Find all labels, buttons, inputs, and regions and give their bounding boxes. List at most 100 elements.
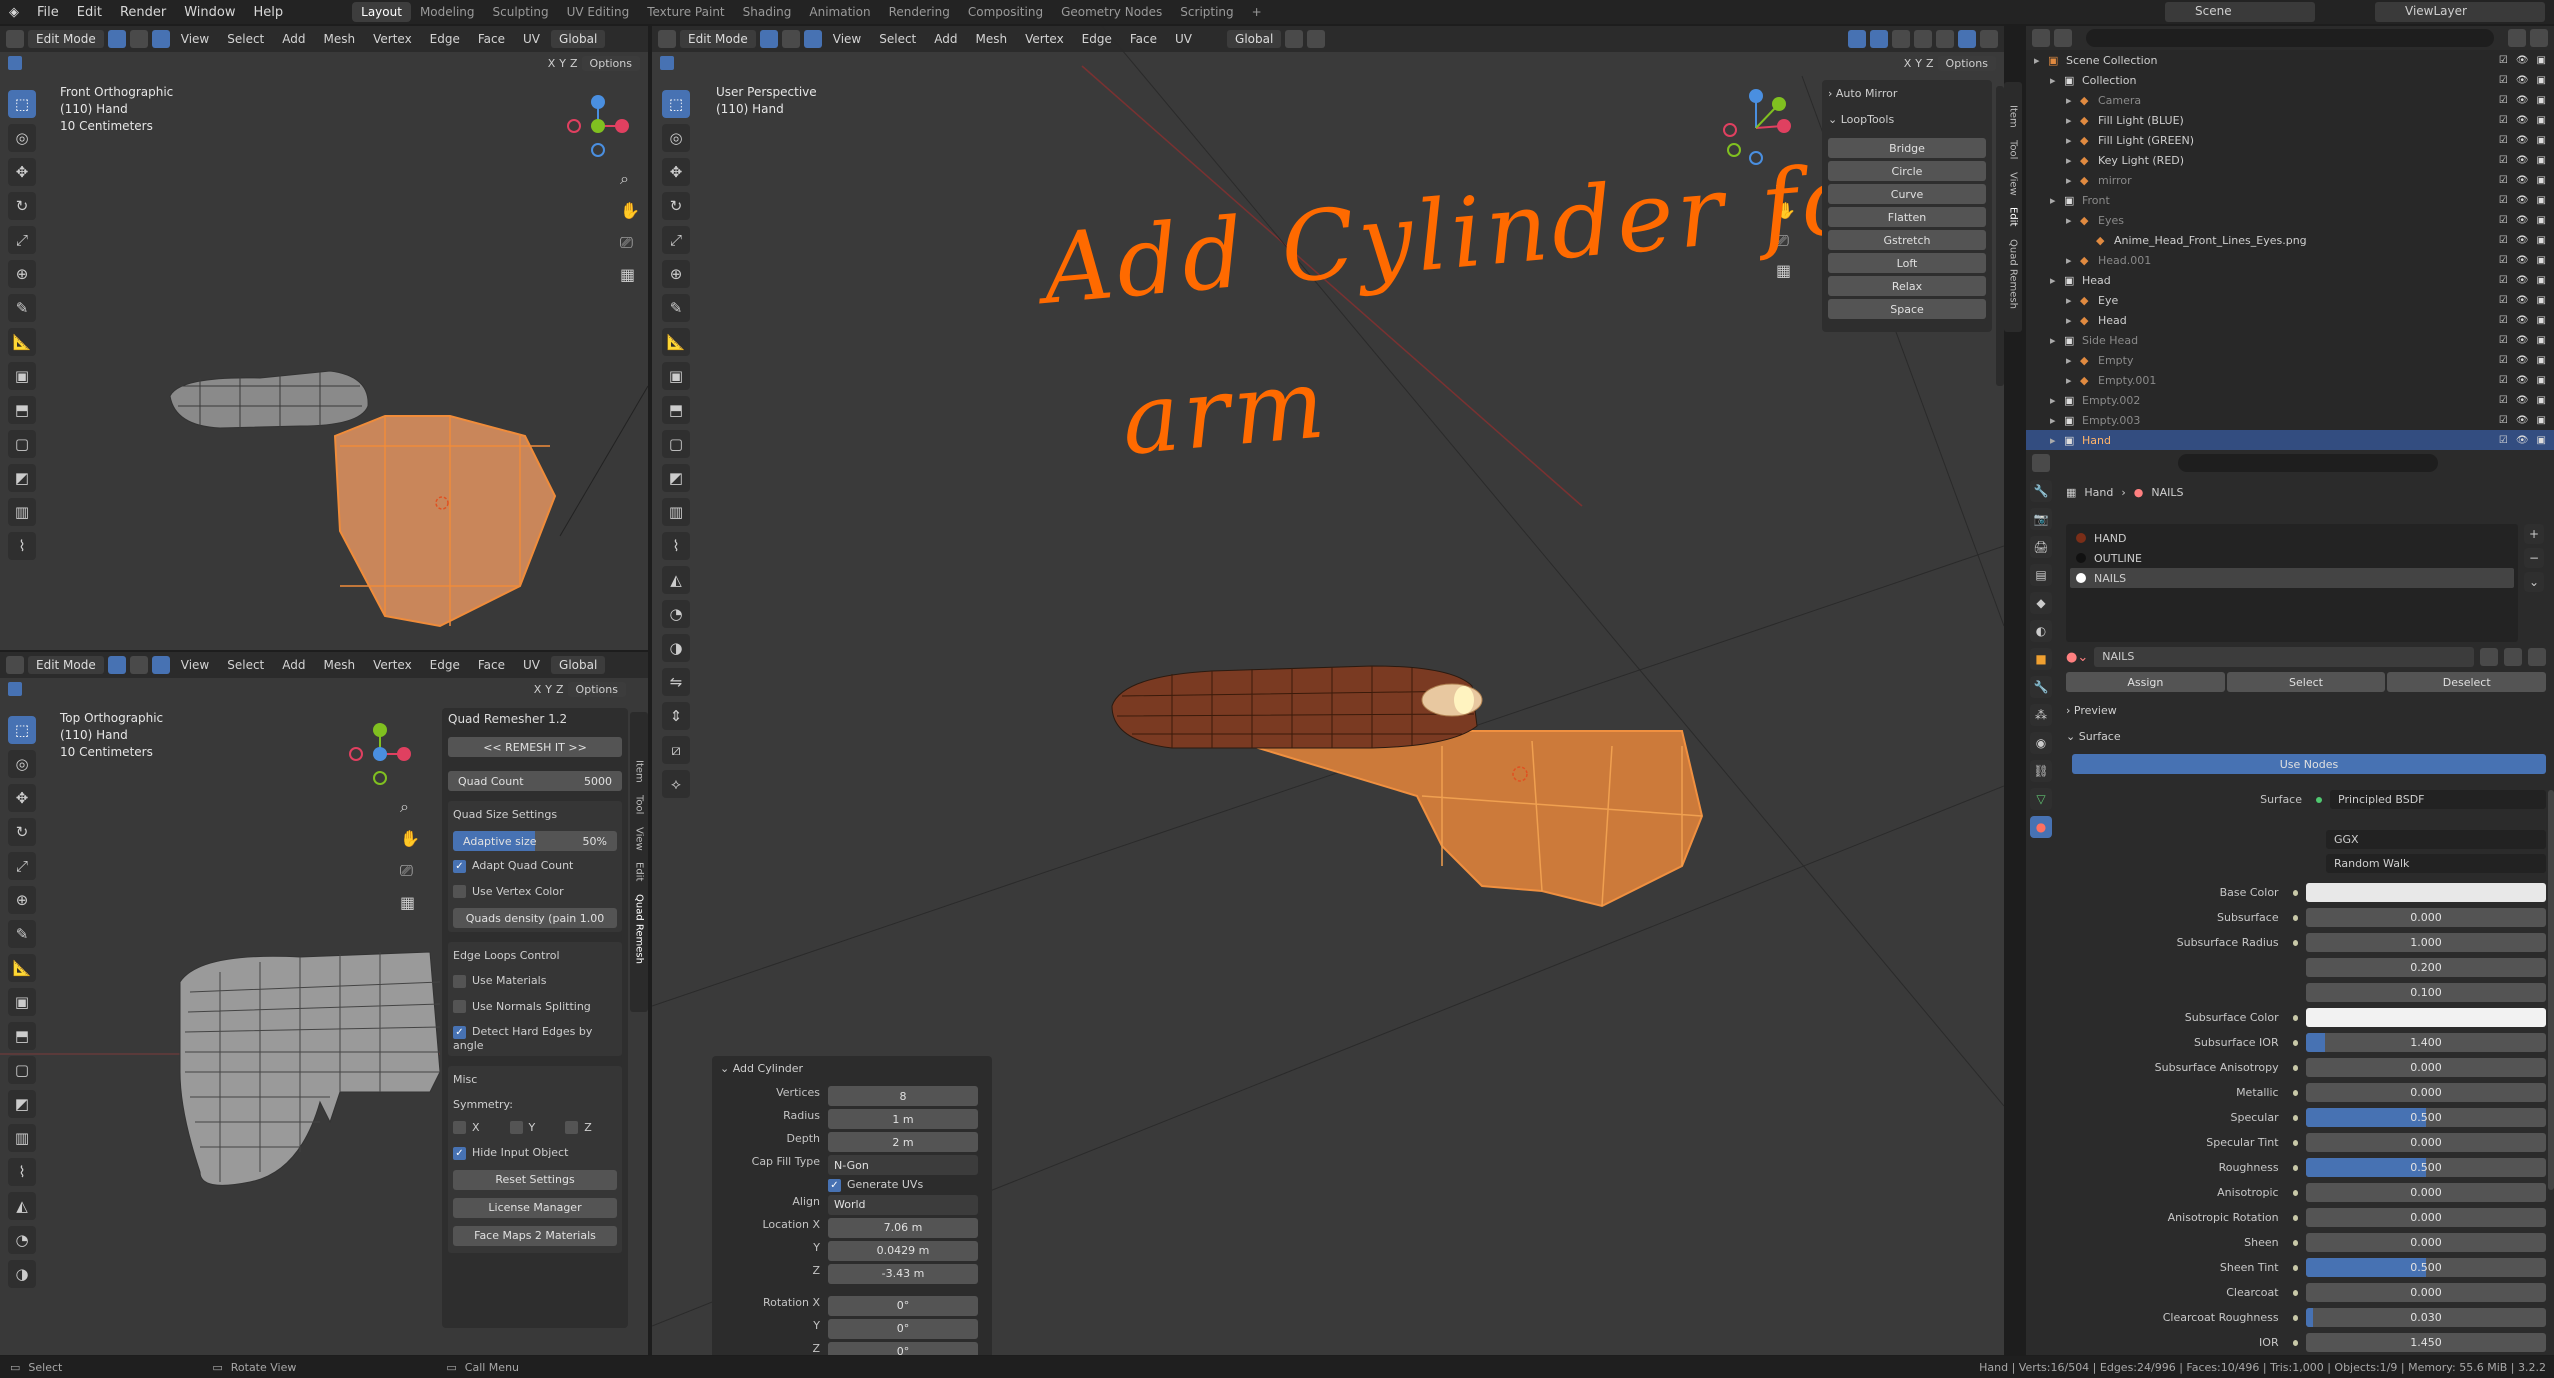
socket-icon[interactable] (2292, 1339, 2298, 1346)
outliner-row[interactable]: ▸ ◆ Eye ☑ 👁 ▣ (2026, 290, 2554, 310)
expand-arrow-icon[interactable]: ▸ (2050, 74, 2064, 87)
material-browse-icon[interactable]: ●⌄ (2066, 650, 2088, 665)
eye-toggle-icon[interactable]: 👁 (2516, 195, 2529, 206)
preview-panel-header[interactable]: › Preview (2066, 704, 2117, 717)
material-slot-row[interactable]: NAILS (2070, 568, 2514, 588)
checkbox-toggle-icon[interactable]: ☑ (2499, 355, 2508, 366)
socket-icon[interactable] (2292, 1064, 2298, 1071)
location-x-field[interactable]: 7.06 m (828, 1217, 978, 1238)
socket-icon[interactable] (2292, 1114, 2298, 1121)
axis-z-toggle[interactable]: Z (556, 683, 564, 696)
camera-toggle-icon[interactable]: ▣ (2537, 375, 2546, 386)
camera-toggle-icon[interactable]: ▣ (2537, 295, 2546, 306)
checkbox-toggle-icon[interactable]: ☑ (2499, 255, 2508, 266)
workspace-tab-scripting[interactable]: Scripting (1171, 2, 1242, 22)
add-cylinder-title[interactable]: ⌄ Add Cylinder (720, 1062, 984, 1082)
scene-tab-icon[interactable]: ◆ (2030, 592, 2052, 614)
camera-toggle-icon[interactable]: ▣ (2537, 75, 2546, 86)
use-materials-checkbox[interactable]: Use Materials (453, 974, 617, 988)
looptools-loft-button[interactable]: Loft (1828, 253, 1986, 273)
checkbox-toggle-icon[interactable]: ☑ (2499, 95, 2508, 106)
checkbox-toggle-icon[interactable]: ☑ (2499, 275, 2508, 286)
workspace-tab-geometry-nodes[interactable]: Geometry Nodes (1052, 2, 1171, 22)
expand-arrow-icon[interactable]: ▸ (2066, 214, 2080, 227)
constraints-tab-icon[interactable]: ⛓ (2030, 760, 2052, 782)
looptools-curve-button[interactable]: Curve (1828, 184, 1986, 204)
expand-arrow-icon[interactable]: ▸ (2066, 134, 2080, 147)
socket-icon[interactable] (2292, 1139, 2298, 1146)
adaptive-size-slider[interactable]: Adaptive size 50% (453, 831, 617, 851)
expand-arrow-icon[interactable]: ▸ (2050, 274, 2064, 287)
extrude-tool-icon[interactable]: ⬒ (662, 396, 690, 424)
deselect-button[interactable]: Deselect (2387, 672, 2547, 692)
align-dropdown[interactable]: World (828, 1194, 978, 1215)
top-ortho-viewport[interactable]: Edit Mode View Select Add Mesh Vertex Ed… (0, 652, 648, 1355)
eye-toggle-icon[interactable]: 👁 (2516, 75, 2529, 86)
socket-icon[interactable] (2292, 1314, 2298, 1321)
axis-y-toggle[interactable]: Y (545, 683, 552, 696)
outliner-row[interactable]: ▸ ▣ Collection ☑ 👁 ▣ (2026, 70, 2554, 90)
eye-toggle-icon[interactable]: 👁 (2516, 255, 2529, 266)
expand-arrow-icon[interactable]: ▸ (2066, 314, 2080, 327)
property-field[interactable] (2306, 883, 2546, 902)
checkbox-toggle-icon[interactable]: ☑ (2499, 135, 2508, 146)
rotate-tool-icon[interactable]: ↻ (662, 192, 690, 220)
eye-toggle-icon[interactable]: 👁 (2516, 115, 2529, 126)
property-field[interactable]: 0.500 (2306, 1158, 2546, 1177)
expand-arrow-icon[interactable]: ▸ (2050, 394, 2064, 407)
outliner-row[interactable]: ▸ ▣ Side Head ☑ 👁 ▣ (2026, 330, 2554, 350)
side-tab-tool[interactable]: Tool (2008, 140, 2019, 159)
eye-toggle-icon[interactable]: 👁 (2516, 415, 2529, 426)
checkbox-toggle-icon[interactable]: ☑ (2499, 215, 2508, 226)
socket-icon[interactable] (2292, 1289, 2298, 1296)
eye-toggle-icon[interactable]: 👁 (2516, 235, 2529, 246)
material-slot-row[interactable]: HAND (2070, 528, 2514, 548)
detect-hard-edges-checkbox[interactable]: ✓ Detect Hard Edges by angle (453, 1025, 617, 1052)
cap-fill-dropdown[interactable]: N-Gon (828, 1155, 978, 1175)
add-workspace-button[interactable]: + (1243, 2, 1271, 22)
view-layer-tab-icon[interactable]: ▤ (2030, 564, 2052, 586)
checkbox-toggle-icon[interactable]: ☑ (2499, 395, 2508, 406)
material-tab-icon[interactable]: ● (2030, 816, 2052, 838)
workspace-tab-rendering[interactable]: Rendering (880, 2, 959, 22)
checkbox-toggle-icon[interactable]: ☑ (2499, 435, 2508, 446)
expand-arrow-icon[interactable]: ▸ (2050, 194, 2064, 207)
expand-arrow-icon[interactable]: ▸ (2050, 434, 2064, 447)
properties-search-input[interactable] (2178, 454, 2438, 472)
checkbox-toggle-icon[interactable]: ☑ (2499, 235, 2508, 246)
socket-icon[interactable] (2292, 914, 2298, 921)
checkbox-toggle-icon[interactable]: ☑ (2499, 55, 2508, 66)
eye-toggle-icon[interactable]: 👁 (2516, 215, 2529, 226)
outliner-row[interactable]: ▸ ◆ Fill Light (GREEN) ☑ 👁 ▣ (2026, 130, 2554, 150)
menu-file[interactable]: File (28, 5, 68, 20)
property-field[interactable]: 0.000 (2306, 1283, 2546, 1302)
edge-slide-tool-icon[interactable]: ⇋ (662, 668, 690, 696)
menu-edit[interactable]: Edit (68, 5, 111, 20)
property-field[interactable]: 0.000 (2306, 908, 2546, 927)
fake-user-icon[interactable] (2480, 648, 2498, 666)
property-field[interactable]: 0.500 (2306, 1258, 2546, 1277)
side-tab-quad-remesh[interactable]: Quad Remesh (2008, 239, 2019, 309)
property-field[interactable] (2306, 1008, 2546, 1027)
checkbox-toggle-icon[interactable]: ☑ (2499, 115, 2508, 126)
socket-icon[interactable] (2292, 1264, 2298, 1271)
surface-panel-header[interactable]: ⌄ Surface (2066, 730, 2121, 743)
checkbox-toggle-icon[interactable]: ☑ (2499, 415, 2508, 426)
camera-toggle-icon[interactable]: ▣ (2537, 155, 2546, 166)
location-y-field[interactable]: 0.0429 m (828, 1240, 978, 1261)
material-name-field[interactable]: NAILS (2094, 647, 2474, 667)
scale-tool-icon[interactable]: ⤢ (662, 226, 690, 254)
eye-toggle-icon[interactable]: 👁 (2516, 135, 2529, 146)
rotation-z-field[interactable]: 0° (828, 1341, 978, 1355)
face-maps-materials-button[interactable]: Face Maps 2 Materials (453, 1225, 617, 1246)
outliner-row[interactable]: ◆ Anime_Head_Front_Lines_Eyes.png ☑ 👁 ▣ (2026, 230, 2554, 250)
outliner-row[interactable]: ▸ ▣ Head ☑ 👁 ▣ (2026, 270, 2554, 290)
outliner-row[interactable]: ▸ ◆ Key Light (RED) ☑ 👁 ▣ (2026, 150, 2554, 170)
eye-toggle-icon[interactable]: 👁 (2516, 435, 2529, 446)
rip-tool-icon[interactable]: ⟡ (662, 770, 690, 798)
socket-icon[interactable] (2292, 939, 2298, 946)
camera-toggle-icon[interactable]: ▣ (2537, 315, 2546, 326)
workspace-tab-layout[interactable]: Layout (352, 2, 411, 22)
camera-toggle-icon[interactable]: ▣ (2537, 355, 2546, 366)
property-field[interactable]: 1.000 (2306, 933, 2546, 952)
